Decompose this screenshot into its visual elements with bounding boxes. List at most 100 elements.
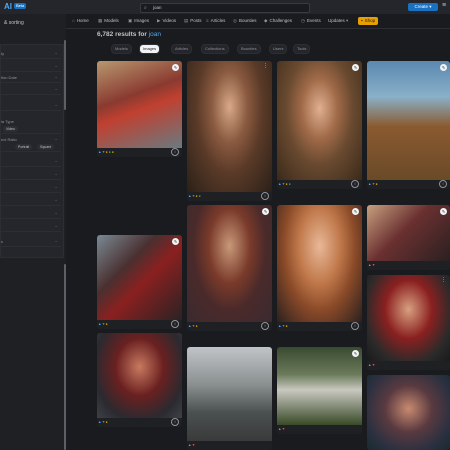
image-thumbnail[interactable] [367,61,450,180]
aspect-ratio-row[interactable]: ect Ratio Portrait Square ⌄ [1,135,61,152]
laugh-icon[interactable]: ● [286,324,288,328]
tab-images[interactable]: Images [139,44,161,54]
image-thumbnail[interactable] [187,61,272,192]
remix-icon[interactable]: ✎ [352,64,359,71]
cry-icon[interactable]: ● [289,182,291,186]
remix-icon[interactable]: ✎ [172,238,179,245]
info-icon[interactable]: i [171,418,179,426]
image-card[interactable]: ▲ ♥ [187,347,272,450]
nav-events[interactable]: ◷ Events [301,17,321,25]
tab-articles[interactable]: Articles [171,44,193,54]
image-card[interactable]: ⋮ ▲ ♥ [367,275,450,370]
laugh-icon[interactable]: ● [196,324,198,328]
like-icon[interactable]: ▲ [368,263,371,267]
like-icon[interactable]: ▲ [278,324,281,328]
hamburger-menu-icon[interactable]: ≡ [442,2,446,9]
nav-videos[interactable]: ▶ Videos [157,17,176,25]
image-thumbnail[interactable] [277,61,362,180]
like-icon[interactable]: ▲ [98,420,101,424]
remix-icon[interactable]: ✎ [352,350,359,357]
heart-icon[interactable]: ♥ [102,150,104,154]
site-logo[interactable]: AI [4,2,12,11]
image-card[interactable]: ✎ ▲ ♥ ● ● ● i [97,61,182,157]
heart-icon[interactable]: ♥ [372,363,374,367]
remix-icon[interactable]: ✎ [440,64,447,71]
like-icon[interactable]: ▲ [188,324,191,328]
image-card[interactable]: ⋮ ▲ ♥ ● ● i [187,61,272,201]
heart-icon[interactable]: ♥ [192,443,194,447]
image-thumbnail[interactable] [97,61,182,148]
image-thumbnail[interactable] [277,205,362,322]
filter-row[interactable]: ⌄ [1,209,61,219]
nav-bounties[interactable]: ◎ Bounties [233,17,256,25]
info-icon[interactable]: i [439,180,447,188]
nav-home[interactable]: ⌂ Home [72,17,89,25]
image-card[interactable]: ✎ ▲ ♥ ● ● i [277,61,362,189]
like-icon[interactable]: ▲ [188,443,191,447]
more-options-icon[interactable]: ⋮ [263,63,268,69]
nav-challenges[interactable]: ◆ Challenges [264,17,292,25]
image-thumbnail[interactable] [97,235,182,320]
info-icon[interactable]: i [261,322,269,330]
nav-shop[interactable]: ▪ Shop [358,17,379,25]
filter-row[interactable]: ⌄ [1,101,61,111]
laugh-icon[interactable]: ● [376,182,378,186]
remix-icon[interactable]: ✎ [262,208,269,215]
sidebar-scrollbar-lower[interactable] [64,264,66,450]
image-card[interactable]: ✎ ▲ ♥ ● i [187,205,272,331]
like-icon[interactable]: ▲ [98,322,101,326]
image-card[interactable] [367,375,450,450]
filter-row[interactable]: ⌄ [1,62,61,72]
image-thumbnail[interactable] [367,205,450,261]
image-card[interactable]: ✎ ▲ ♥ ● i [367,61,450,189]
image-thumbnail[interactable] [367,375,450,450]
like-icon[interactable]: ▲ [368,363,371,367]
nav-images[interactable]: ▣ Images [128,17,149,25]
heart-icon[interactable]: ♥ [192,324,194,328]
laugh-icon[interactable]: ● [196,194,198,198]
square-chip[interactable]: Square [37,144,55,150]
nav-articles[interactable]: ≡ Articles [206,17,225,25]
image-card[interactable]: ✎ ▲ ♥ [367,205,450,270]
laugh-icon[interactable]: ● [286,182,288,186]
filter-row[interactable]: ⌄ [1,157,61,167]
filter-row[interactable]: ⌄ [1,183,61,193]
image-card[interactable]: ✎ ▲ ♥ ● i [97,235,182,329]
tab-users[interactable]: Users [269,44,288,54]
nav-models[interactable]: ▦ Models [98,17,119,25]
heart-icon[interactable]: ♥ [372,263,374,267]
nav-posts[interactable]: ▤ Posts [184,17,202,25]
filter-row[interactable]: ty ⌄ [1,49,61,59]
info-icon[interactable]: i [171,148,179,156]
image-thumbnail[interactable] [277,347,362,425]
search-input[interactable]: ⌕ joan [140,3,310,13]
image-card[interactable]: ✎ ▲ ♥ ● i [277,205,362,331]
heart-icon[interactable]: ♥ [192,194,194,198]
image-thumbnail[interactable] [97,333,182,418]
video-chip[interactable]: Video [3,126,18,132]
heart-icon[interactable]: ♥ [102,322,104,326]
laugh-icon[interactable]: ● [106,150,108,154]
tip-icon[interactable]: ● [112,150,114,154]
remix-icon[interactable]: ✎ [352,208,359,215]
filter-row[interactable]: tion Date ⌄ [1,73,61,83]
like-icon[interactable]: ▲ [368,182,371,186]
info-icon[interactable]: i [351,322,359,330]
nav-updates[interactable]: Updates ▾ [328,17,350,25]
image-thumbnail[interactable] [367,275,450,361]
tab-tools[interactable]: Tools [293,44,311,54]
heart-icon[interactable]: ♥ [282,324,284,328]
image-thumbnail[interactable] [187,347,272,441]
info-icon[interactable]: i [261,192,269,200]
cry-icon[interactable]: ● [199,194,201,198]
remix-icon[interactable]: ✎ [172,64,179,71]
heart-icon[interactable]: ♥ [282,427,284,431]
image-thumbnail[interactable] [187,205,272,322]
info-icon[interactable]: i [171,320,179,328]
more-options-icon[interactable]: ⋮ [441,277,446,283]
tab-bounties[interactable]: Bounties [237,44,261,54]
filter-row[interactable]: ⌄ [1,85,61,95]
like-icon[interactable]: ▲ [278,182,281,186]
like-icon[interactable]: ▲ [278,427,281,431]
filter-row[interactable]: ⌄ [1,222,61,232]
